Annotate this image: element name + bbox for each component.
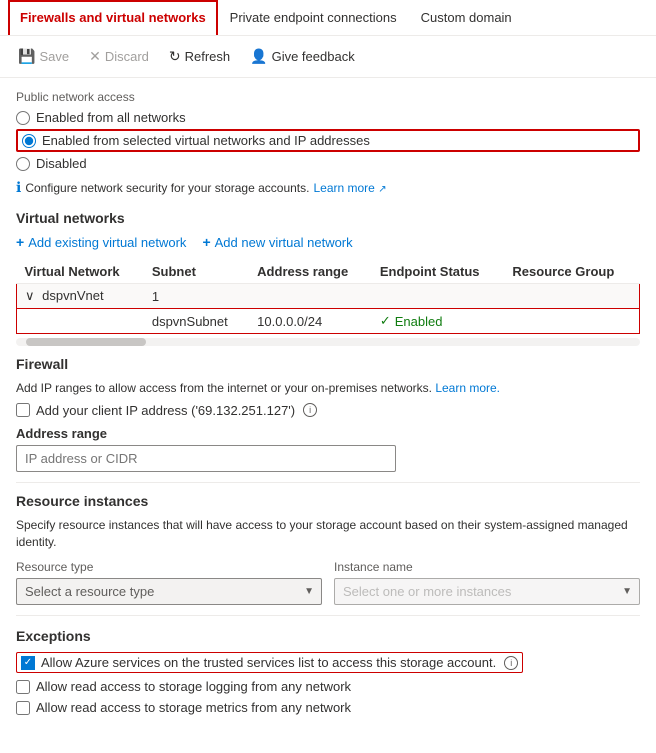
client-ip-info-icon[interactable]: i: [303, 403, 317, 417]
exception-item-1: Allow read access to storage logging fro…: [16, 679, 640, 694]
horizontal-scrollbar[interactable]: [16, 338, 640, 346]
plus-icon-2: +: [202, 234, 210, 250]
external-link-icon: ↗: [378, 184, 386, 195]
radio-selected-networks-wrapper: Enabled from selected virtual networks a…: [16, 129, 640, 152]
public-network-label: Public network access: [16, 90, 640, 104]
instance-name-select[interactable]: Select one or more instances: [334, 578, 640, 605]
public-network-section: Public network access Enabled from all n…: [16, 90, 640, 196]
firewall-description: Add IP ranges to allow access from the i…: [16, 380, 640, 397]
col-resource-group: Resource Group: [504, 260, 639, 284]
table-row: dspvnSubnet 10.0.0.0/24 ✓ Enabled: [17, 309, 640, 334]
save-button[interactable]: 💾 Save: [10, 44, 77, 69]
check-icon: ✓: [380, 313, 391, 329]
exception-item-0: ✓ Allow Azure services on the trusted se…: [16, 652, 523, 673]
exception-item-2: Allow read access to storage metrics fro…: [16, 700, 640, 715]
client-ip-checkbox[interactable]: [16, 403, 30, 417]
address-range-label: Address range: [16, 426, 640, 441]
resource-instances-description: Specify resource instances that will hav…: [16, 517, 640, 551]
status-badge: ✓ Enabled: [380, 313, 497, 329]
exceptions-header: Exceptions: [16, 628, 640, 644]
radio-selected-networks[interactable]: Enabled from selected virtual networks a…: [22, 133, 370, 148]
virtual-networks-header: Virtual networks: [16, 210, 640, 226]
info-icon: ℹ: [16, 179, 21, 196]
discard-icon: ✕: [89, 48, 101, 65]
divider-1: [16, 482, 640, 483]
col-endpoint-status: Endpoint Status: [372, 260, 505, 284]
tab-private-endpoints[interactable]: Private endpoint connections: [218, 0, 409, 35]
col-subnet: Subnet: [144, 260, 249, 284]
resource-type-select[interactable]: Select a resource type: [16, 578, 322, 605]
feedback-button[interactable]: 👤 Give feedback: [242, 44, 363, 69]
plus-icon: +: [16, 234, 24, 250]
virtual-networks-section: Virtual networks + Add existing virtual …: [16, 210, 640, 346]
exception-checkbox-0[interactable]: ✓: [21, 656, 35, 670]
feedback-icon: 👤: [250, 48, 267, 65]
vnet-parent-name: ∨ dspvnVnet: [17, 284, 144, 309]
address-range-input[interactable]: [16, 445, 396, 472]
table-row: ∨ dspvnVnet 1: [17, 284, 640, 309]
scroll-thumb[interactable]: [26, 338, 146, 346]
virtual-networks-table: Virtual Network Subnet Address range End…: [16, 260, 640, 334]
firewall-learn-more-link[interactable]: Learn more.: [435, 381, 500, 395]
address-range-field: Address range: [16, 426, 640, 472]
divider-2: [16, 615, 640, 616]
resource-instances-header: Resource instances: [16, 493, 640, 509]
add-existing-vnet-button[interactable]: + Add existing virtual network: [16, 234, 186, 250]
network-info-line: ℹ Configure network security for your st…: [16, 179, 640, 196]
tab-custom-domain[interactable]: Custom domain: [409, 0, 524, 35]
vnet-actions: + Add existing virtual network + Add new…: [16, 234, 640, 250]
exception-info-icon-0[interactable]: i: [504, 656, 518, 670]
tab-firewalls[interactable]: Firewalls and virtual networks: [8, 0, 218, 35]
save-icon: 💾: [18, 48, 35, 65]
firewall-section: Firewall Add IP ranges to allow access f…: [16, 356, 640, 472]
resource-type-col: Resource type Select a resource type ▼: [16, 560, 322, 605]
instance-name-label: Instance name: [334, 560, 640, 574]
radio-all-networks[interactable]: Enabled from all networks: [16, 110, 640, 125]
refresh-button[interactable]: ↻ Refresh: [161, 44, 238, 69]
resource-instances-section: Resource instances Specify resource inst…: [16, 493, 640, 606]
exception-checkbox-1[interactable]: [16, 680, 30, 694]
add-new-vnet-button[interactable]: + Add new virtual network: [202, 234, 352, 250]
chevron-down-icon: ∨: [25, 288, 35, 303]
main-content: Public network access Enabled from all n…: [0, 78, 656, 733]
col-address-range: Address range: [249, 260, 372, 284]
exceptions-section: Exceptions ✓ Allow Azure services on the…: [16, 628, 640, 715]
radio-disabled[interactable]: Disabled: [16, 156, 640, 171]
discard-button[interactable]: ✕ Discard: [81, 44, 157, 69]
table-header-row: Virtual Network Subnet Address range End…: [17, 260, 640, 284]
resource-type-label: Resource type: [16, 560, 322, 574]
network-access-radio-group: Enabled from all networks Enabled from s…: [16, 110, 640, 171]
toolbar: 💾 Save ✕ Discard ↻ Refresh 👤 Give feedba…: [0, 36, 656, 78]
firewall-header: Firewall: [16, 356, 640, 372]
exception-checkbox-2[interactable]: [16, 701, 30, 715]
tab-bar: Firewalls and virtual networks Private e…: [0, 0, 656, 36]
instance-name-select-wrapper: Select one or more instances ▼: [334, 578, 640, 605]
instance-name-col: Instance name Select one or more instanc…: [334, 560, 640, 605]
learn-more-link[interactable]: Learn more ↗: [313, 181, 386, 195]
client-ip-checkbox-row: Add your client IP address ('69.132.251.…: [16, 403, 640, 418]
refresh-icon: ↻: [169, 48, 181, 65]
col-virtual-network: Virtual Network: [17, 260, 144, 284]
resource-type-select-wrapper: Select a resource type ▼: [16, 578, 322, 605]
resource-row: Resource type Select a resource type ▼ I…: [16, 560, 640, 605]
